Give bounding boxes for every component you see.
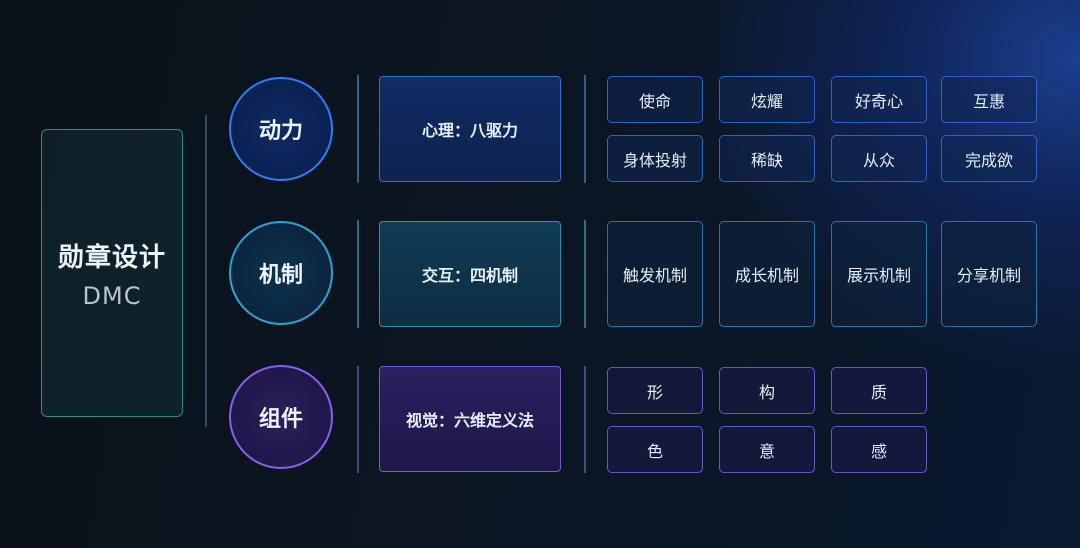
leaf-label: 互惠 bbox=[972, 91, 1005, 111]
leaf-label: 色 bbox=[646, 441, 663, 461]
leaf-item: 意 bbox=[719, 426, 815, 473]
root-subtitle: DMC bbox=[82, 281, 142, 310]
leaf-label: 构 bbox=[758, 382, 775, 402]
leaf-item: 质 bbox=[831, 367, 927, 414]
leaf-label: 使命 bbox=[638, 91, 671, 111]
root-node: 勋章设计 DMC bbox=[41, 129, 183, 417]
node-component-label: 组件 bbox=[258, 407, 303, 432]
row2-divider-b bbox=[584, 220, 586, 328]
leaf-label: 感 bbox=[870, 441, 887, 461]
leaf-label: 稀缺 bbox=[750, 150, 783, 170]
leaf-label: 身体投射 bbox=[622, 150, 687, 170]
node-mechanism-label: 机制 bbox=[258, 263, 303, 288]
detail-psychology: 心理：八驱力 bbox=[379, 76, 561, 182]
root-divider bbox=[205, 115, 207, 427]
leaf-label: 形 bbox=[646, 382, 663, 402]
leaf-item: 感 bbox=[831, 426, 927, 473]
leaf-label: 炫耀 bbox=[750, 91, 783, 111]
node-mechanism: 机制 bbox=[229, 221, 333, 325]
detail-interaction-label: 交互：四机制 bbox=[421, 266, 518, 285]
leaf-item: 从众 bbox=[831, 135, 927, 182]
row2-divider-a bbox=[357, 220, 359, 328]
leaf-label: 分享机制 bbox=[956, 266, 1021, 285]
leaf-item: 构 bbox=[719, 367, 815, 414]
leaf-label: 从众 bbox=[862, 150, 895, 170]
detail-psychology-label: 心理：八驱力 bbox=[421, 121, 518, 140]
leaf-item: 身体投射 bbox=[607, 135, 703, 182]
leaf-label: 成长机制 bbox=[734, 266, 799, 285]
leaf-label: 质 bbox=[870, 382, 887, 402]
leaf-item: 炫耀 bbox=[719, 76, 815, 123]
leaf-item: 展示机制 bbox=[831, 221, 927, 327]
leaf-label: 完成欲 bbox=[964, 150, 1013, 170]
row3-divider-b bbox=[584, 366, 586, 473]
leaf-item: 好奇心 bbox=[831, 76, 927, 123]
leaf-item: 触发机制 bbox=[607, 221, 703, 327]
leaf-item: 互惠 bbox=[941, 76, 1037, 123]
detail-visual: 视觉：六维定义法 bbox=[379, 366, 561, 472]
row3-divider-a bbox=[357, 366, 359, 473]
detail-interaction: 交互：四机制 bbox=[379, 221, 561, 327]
leaf-label: 意 bbox=[758, 441, 775, 461]
leaf-item: 完成欲 bbox=[941, 135, 1037, 182]
leaf-item: 色 bbox=[607, 426, 703, 473]
node-motivation: 动力 bbox=[229, 77, 333, 181]
leaf-item: 使命 bbox=[607, 76, 703, 123]
leaf-item: 稀缺 bbox=[719, 135, 815, 182]
leaf-item: 形 bbox=[607, 367, 703, 414]
leaf-item: 分享机制 bbox=[941, 221, 1037, 327]
detail-visual-label: 视觉：六维定义法 bbox=[405, 411, 534, 430]
leaf-item: 成长机制 bbox=[719, 221, 815, 327]
root-title: 勋章设计 bbox=[57, 242, 166, 273]
leaf-label: 触发机制 bbox=[622, 266, 687, 285]
row1-divider-a bbox=[357, 75, 359, 183]
leaf-label: 展示机制 bbox=[846, 266, 911, 285]
node-motivation-label: 动力 bbox=[258, 119, 303, 144]
row1-divider-b bbox=[584, 75, 586, 183]
node-component: 组件 bbox=[229, 365, 333, 469]
leaf-label: 好奇心 bbox=[854, 91, 903, 111]
